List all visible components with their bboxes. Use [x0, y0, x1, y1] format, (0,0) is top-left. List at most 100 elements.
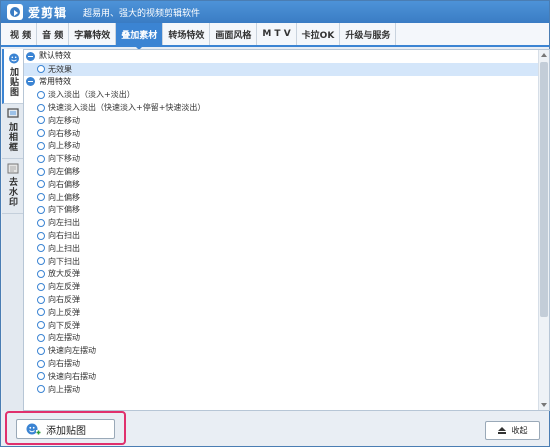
- tab-4[interactable]: 转场特效: [163, 23, 211, 45]
- app-name: 爱剪辑: [28, 5, 68, 20]
- add-sticker-button[interactable]: 添加贴图: [16, 419, 115, 439]
- scroll-up-arrow-icon[interactable]: [539, 50, 549, 61]
- list-item-label: 向左反弹: [48, 282, 80, 292]
- radio-icon[interactable]: [37, 90, 45, 99]
- collapse-group-icon[interactable]: [26, 51, 35, 61]
- list-item[interactable]: 向右摆动: [24, 357, 539, 370]
- list-item[interactable]: 无效果: [24, 62, 539, 76]
- list-item[interactable]: 向左移动: [24, 114, 539, 127]
- radio-icon[interactable]: [37, 103, 45, 112]
- radio-icon[interactable]: [37, 321, 45, 330]
- radio-icon[interactable]: [37, 257, 45, 266]
- radio-icon[interactable]: [37, 333, 45, 342]
- radio-icon[interactable]: [37, 231, 45, 240]
- radio-icon[interactable]: [37, 218, 45, 227]
- vertical-scrollbar[interactable]: [538, 50, 549, 410]
- scroll-down-arrow-icon[interactable]: [539, 399, 549, 410]
- radio-icon[interactable]: [37, 154, 45, 163]
- radio-icon[interactable]: [37, 385, 45, 394]
- list-item[interactable]: 放大反弹: [24, 268, 539, 281]
- tab-2[interactable]: 字幕特效: [69, 23, 117, 45]
- group-header[interactable]: 常用特效: [24, 76, 539, 89]
- app-window: 爱剪辑 超易用、强大的视频剪辑软件 视 频音 频字幕特效 叠加素材 转场特效 画面风格…: [0, 0, 550, 447]
- radio-icon[interactable]: [37, 141, 45, 150]
- radio-icon[interactable]: [37, 295, 45, 304]
- radio-icon[interactable]: [37, 116, 45, 125]
- list-item-label: 向下偏移: [48, 205, 80, 215]
- collapse-group-icon[interactable]: [26, 77, 35, 87]
- collapse-label: 收起: [511, 426, 528, 435]
- radio-icon[interactable]: [37, 372, 45, 381]
- list-item-label: 快速向左摆动: [48, 346, 96, 356]
- list-item[interactable]: 淡入淡出（淡入+淡出）: [24, 88, 539, 101]
- collapse-icon: [497, 427, 506, 434]
- list-item[interactable]: 向上偏移: [24, 191, 539, 204]
- tab-3[interactable]: 叠加素材: [116, 23, 164, 50]
- list-item[interactable]: 向右偏移: [24, 178, 539, 191]
- list-item-label: 向右移动: [48, 128, 80, 138]
- scroll-thumb[interactable]: [540, 62, 548, 317]
- tab-0[interactable]: 视 频: [5, 23, 38, 45]
- list-item-label: 向右偏移: [48, 179, 80, 189]
- list-item-label: 放大反弹: [48, 269, 80, 279]
- list-item-label: 向上反弹: [48, 307, 80, 317]
- frame-icon: [6, 108, 19, 119]
- radio-icon[interactable]: [37, 244, 45, 253]
- list-item-label: 向右扫出: [48, 231, 80, 241]
- list-item[interactable]: 快速向右摆动: [24, 370, 539, 383]
- list-item-label: 向上移动: [48, 141, 80, 151]
- side-tab-0[interactable]: 加贴图: [2, 49, 23, 104]
- sticker-icon: [8, 53, 20, 64]
- side-tab-bar: 加贴图 加相框 去水印: [2, 49, 23, 419]
- radio-icon[interactable]: [37, 269, 45, 278]
- tab-8[interactable]: 升级与服务: [340, 23, 397, 45]
- group-header[interactable]: 默认特效: [24, 50, 539, 63]
- list-item-label: 快速淡入淡出（快速淡入+停留+快速淡出）: [48, 103, 206, 113]
- list-item[interactable]: 向左反弹: [24, 280, 539, 293]
- list-item[interactable]: 向右反弹: [24, 293, 539, 306]
- radio-icon[interactable]: [37, 359, 45, 368]
- collapse-button[interactable]: 收起: [485, 421, 540, 440]
- list-item[interactable]: 向下偏移: [24, 204, 539, 217]
- list-item[interactable]: 向上反弹: [24, 306, 539, 319]
- list-item[interactable]: 快速向左摆动: [24, 344, 539, 357]
- radio-icon[interactable]: [37, 180, 45, 189]
- radio-icon[interactable]: [37, 282, 45, 291]
- list-item[interactable]: 向左扫出: [24, 216, 539, 229]
- list-item-label: 向上扫出: [48, 243, 80, 253]
- radio-icon[interactable]: [37, 308, 45, 317]
- tab-5[interactable]: 画面风格: [210, 23, 258, 45]
- list-item-label: 向下扫出: [48, 256, 80, 266]
- list-item[interactable]: 向左偏移: [24, 165, 539, 178]
- radio-icon[interactable]: [37, 129, 45, 138]
- main-tab-bar: 视 频音 频字幕特效 叠加素材 转场特效 画面风格 M T V 卡拉OK 升级与服务: [1, 23, 549, 50]
- group-label: 默认特效: [39, 51, 71, 60]
- list-item-label: 向上偏移: [48, 192, 80, 202]
- list-item[interactable]: 快速淡入淡出（快速淡入+停留+快速淡出）: [24, 101, 539, 114]
- list-item[interactable]: 向右扫出: [24, 229, 539, 242]
- list-item[interactable]: 向上扫出: [24, 242, 539, 255]
- tab-6[interactable]: M T V: [257, 23, 297, 45]
- radio-icon[interactable]: [37, 346, 45, 355]
- radio-icon[interactable]: [37, 205, 45, 214]
- add-sticker-highlight: 添加贴图: [5, 411, 126, 445]
- list-item[interactable]: 向上移动: [24, 140, 539, 153]
- list-item[interactable]: 向右移动: [24, 127, 539, 140]
- bottom-bar: 添加贴图 收起: [1, 411, 549, 446]
- radio-icon[interactable]: [37, 65, 45, 74]
- group-label: 常用特效: [39, 76, 71, 86]
- radio-icon[interactable]: [37, 167, 45, 176]
- list-item[interactable]: 向下扫出: [24, 255, 539, 268]
- list-item[interactable]: 向左摆动: [24, 332, 539, 345]
- radio-icon[interactable]: [37, 193, 45, 202]
- list-item[interactable]: 向下移动: [24, 152, 539, 165]
- side-tab-label: 加贴图: [8, 67, 18, 97]
- tab-1[interactable]: 音 频: [37, 23, 70, 45]
- list-item-label: 向左扫出: [48, 218, 80, 228]
- list-item[interactable]: 向上摆动: [24, 383, 539, 396]
- side-tab-label: 加相框: [7, 122, 17, 152]
- list-item[interactable]: 向下反弹: [24, 319, 539, 332]
- tab-7[interactable]: 卡拉OK: [297, 23, 341, 45]
- side-tab-2[interactable]: 去水印: [2, 159, 23, 214]
- side-tab-1[interactable]: 加相框: [2, 104, 23, 159]
